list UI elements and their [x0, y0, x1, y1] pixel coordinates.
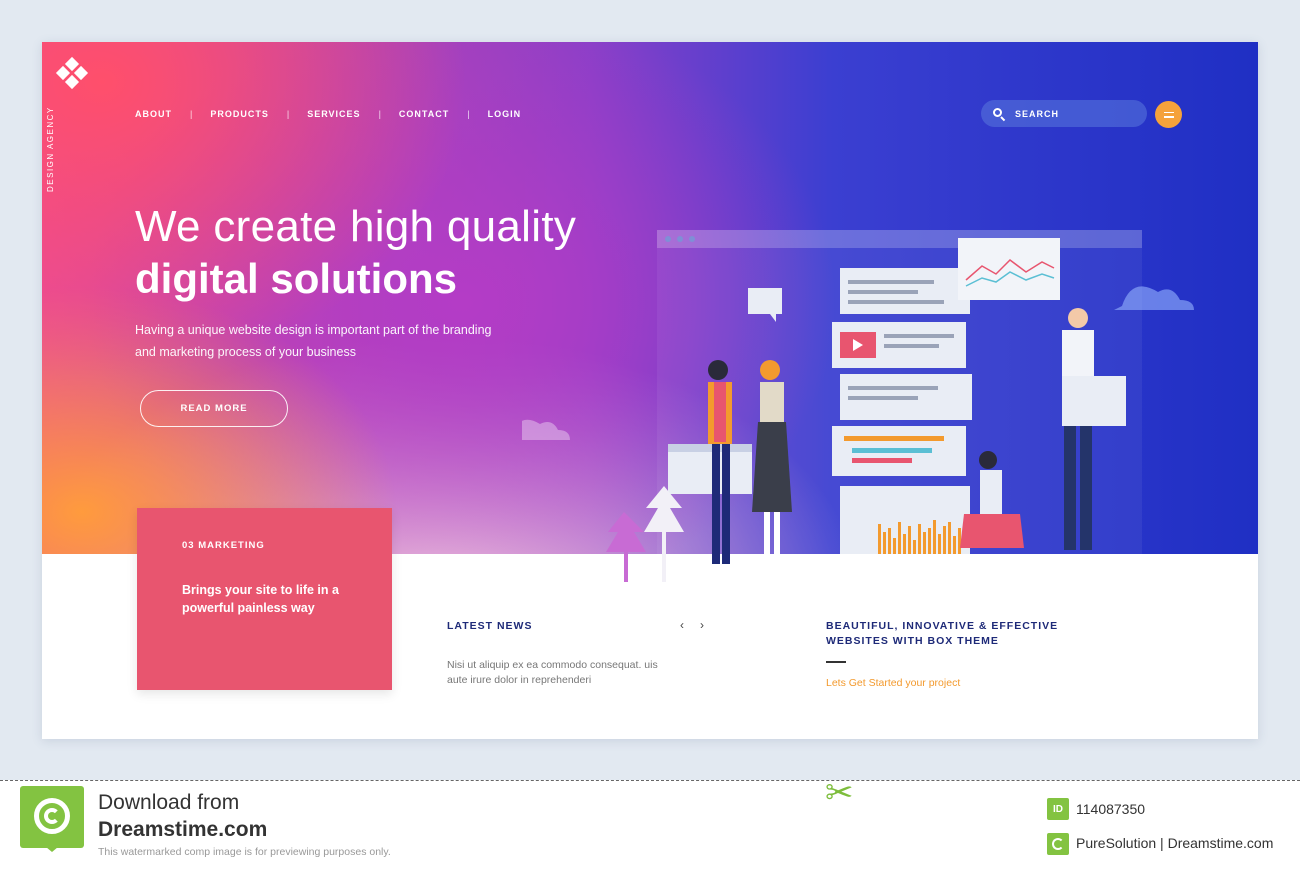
- chevron-left-icon[interactable]: ‹: [680, 618, 684, 632]
- nav-separator: |: [467, 109, 470, 119]
- team-illustration: [522, 230, 1194, 582]
- news-body: Nisi ut aliquip ex ea commodo consequat.…: [447, 659, 658, 686]
- image-id: 114087350: [1076, 801, 1146, 817]
- hero-headline-light: We create high quality: [135, 202, 577, 251]
- website-mockup: DESIGN AGENCY ABOUT | PRODUCTS | SERVICE…: [42, 42, 1258, 739]
- feature-divider: [826, 661, 846, 663]
- author-credit[interactable]: PureSolution | Dreamstime.com: [1076, 835, 1273, 851]
- news-carousel-controls: ‹ ›: [680, 618, 704, 632]
- menu-button[interactable]: [1155, 101, 1182, 128]
- nav-separator: |: [190, 109, 193, 119]
- nav-item-products[interactable]: PRODUCTS: [210, 109, 269, 119]
- search-bar[interactable]: [981, 100, 1147, 127]
- marketing-description: Brings your site to life in a powerful p…: [182, 583, 339, 615]
- scissors-icon: ✂: [825, 774, 854, 812]
- main-nav: ABOUT | PRODUCTS | SERVICES | CONTACT | …: [135, 108, 521, 120]
- nav-item-contact[interactable]: CONTACT: [399, 109, 449, 119]
- nav-item-login[interactable]: LOGIN: [488, 109, 522, 119]
- dreamstime-logo-icon: [20, 786, 84, 852]
- news-title: LATEST NEWS: [447, 620, 533, 632]
- copyright-icon: [1047, 833, 1069, 855]
- hero-section: DESIGN AGENCY ABOUT | PRODUCTS | SERVICE…: [42, 42, 1258, 582]
- read-more-button[interactable]: READ MORE: [140, 390, 288, 427]
- nav-item-about[interactable]: ABOUT: [135, 109, 172, 119]
- marketing-card[interactable]: 03 MARKETING Brings your site to life in…: [137, 508, 392, 690]
- nav-item-services[interactable]: SERVICES: [307, 109, 360, 119]
- dreamstime-link[interactable]: Dreamstime.com: [98, 818, 267, 842]
- dreamstime-footer: Download from Dreamstime.com This waterm…: [0, 774, 1300, 871]
- feature-title: BEAUTIFUL, INNOVATIVE & EFFECTIVE WEBSIT…: [826, 620, 1059, 647]
- hero-subtext: Having a unique website design is import…: [135, 323, 492, 359]
- nav-separator: |: [378, 109, 381, 119]
- hero-headline-bold: digital solutions: [135, 255, 457, 302]
- vertical-brand-label: DESIGN AGENCY: [46, 106, 55, 192]
- marketing-tag: 03 MARKETING: [182, 540, 265, 551]
- search-input[interactable]: [1015, 108, 1125, 119]
- nav-separator: |: [286, 109, 290, 119]
- search-icon: [993, 107, 1006, 121]
- id-badge: ID: [1047, 798, 1069, 820]
- download-from-text: Download from: [98, 791, 240, 814]
- agency-logo-icon[interactable]: [55, 56, 89, 90]
- watermark-note: This watermarked comp image is for previ…: [98, 846, 391, 858]
- chevron-right-icon[interactable]: ›: [700, 618, 704, 632]
- get-started-link[interactable]: Lets Get Started your project: [826, 677, 960, 689]
